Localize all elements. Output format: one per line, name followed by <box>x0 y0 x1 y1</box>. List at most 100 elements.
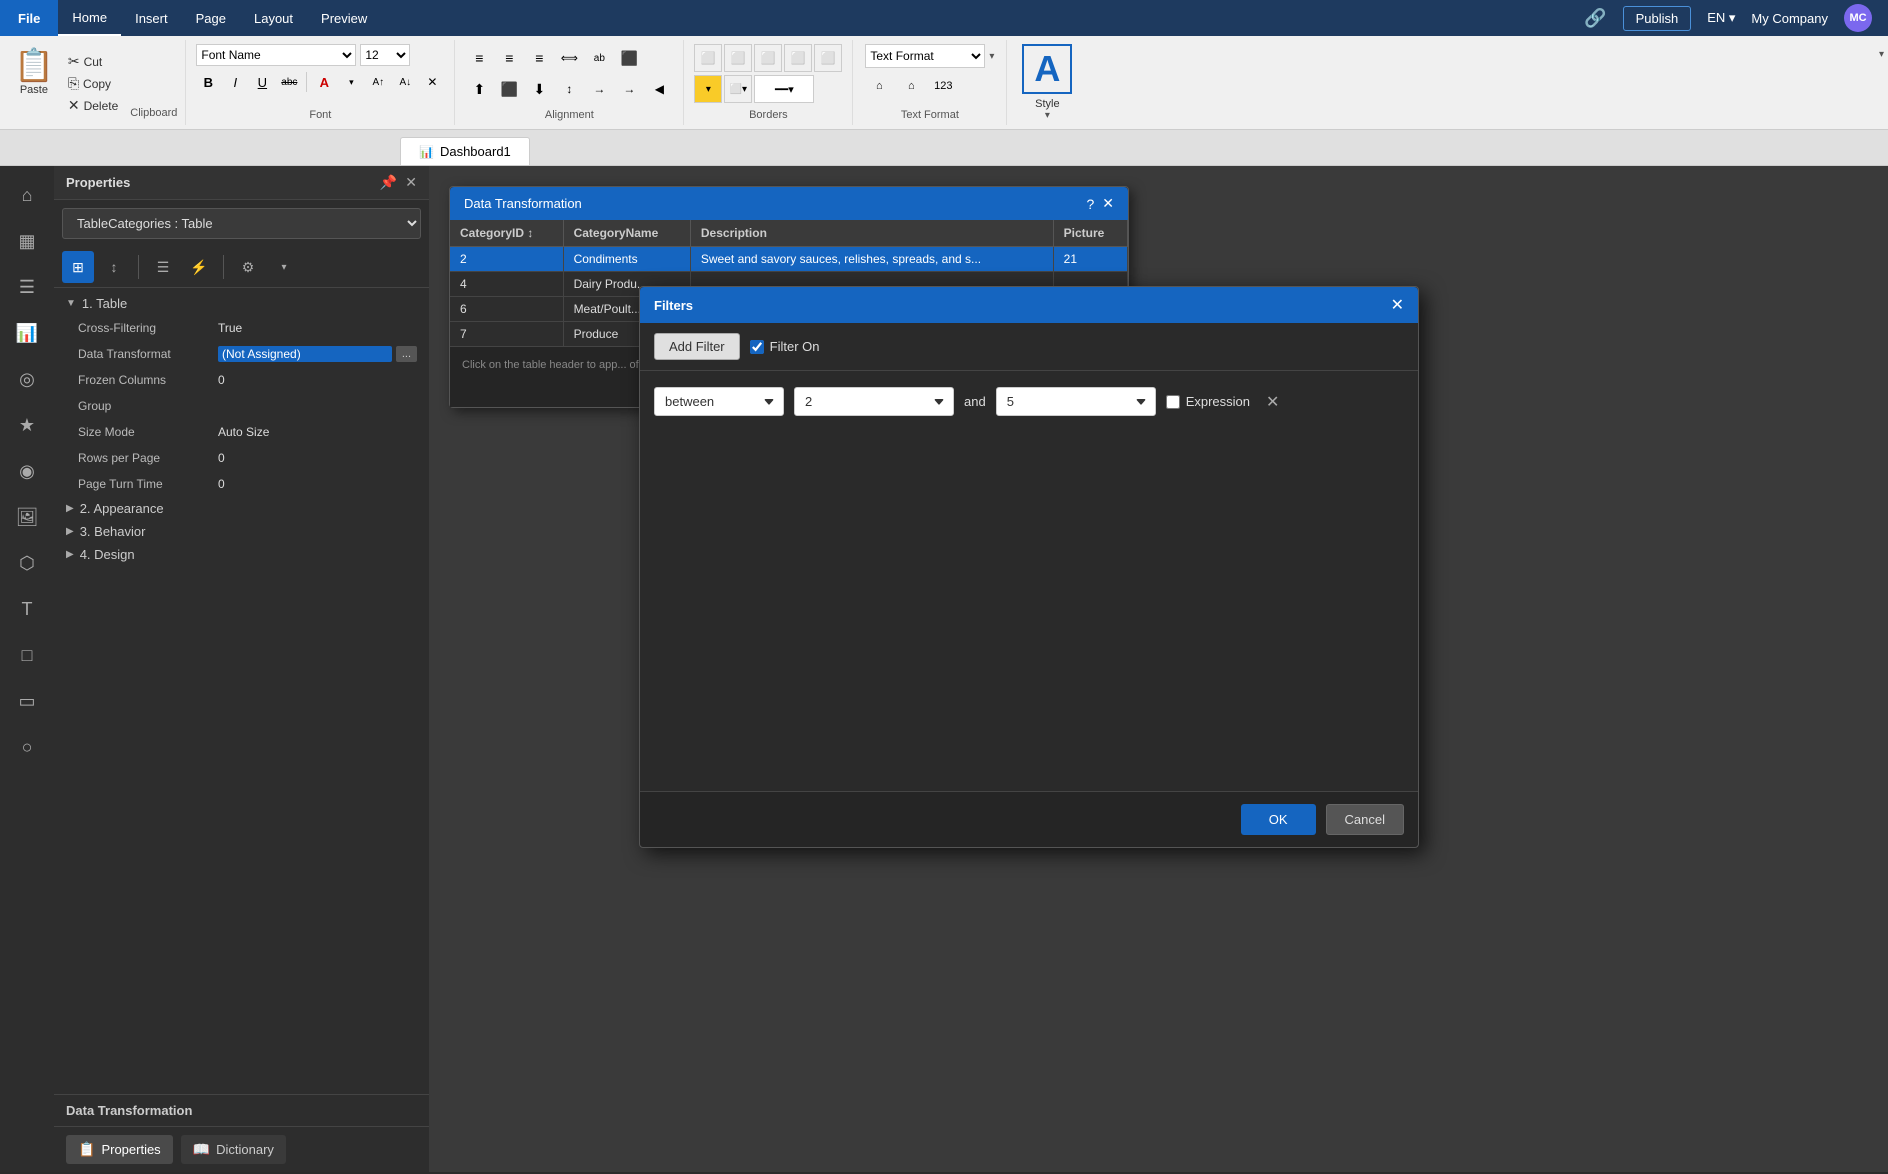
sidebar-okbutton-icon[interactable]: ▭ <box>6 680 48 722</box>
dictionary-bottom-tab[interactable]: 📖 Dictionary <box>181 1135 286 1164</box>
dt-col-categoryid[interactable]: CategoryID ↕ <box>450 220 563 247</box>
border-color-button[interactable]: ⬜▾ <box>724 75 752 103</box>
dt-col-description[interactable]: Description <box>690 220 1053 247</box>
share-button[interactable]: 🔗 <box>1584 8 1606 29</box>
font-color-arrow[interactable]: ▾ <box>339 70 363 94</box>
strikethrough-button[interactable]: abc <box>277 70 301 94</box>
text-format-arrow[interactable]: ▾ <box>989 51 994 62</box>
expression-checkbox[interactable] <box>1166 395 1180 409</box>
sidebar-image-icon[interactable]: 🖼 <box>6 496 48 538</box>
gear-tool-button[interactable]: ⚙ <box>232 251 264 283</box>
font-size-select[interactable]: 12 <box>360 44 410 66</box>
style-arrow[interactable]: ▾ <box>1045 110 1050 121</box>
sidebar-star-icon[interactable]: ★ <box>6 404 48 446</box>
top-align-button[interactable]: ⬆ <box>465 75 493 103</box>
dt-help-button[interactable]: ? <box>1086 195 1094 212</box>
border-all-button[interactable]: ⬜ <box>694 44 722 72</box>
expression-toggle[interactable]: Expression <box>1166 394 1250 409</box>
properties-bottom-tab[interactable]: 📋 Properties <box>66 1135 173 1164</box>
add-filter-button[interactable]: Add Filter <box>654 333 740 360</box>
lightning-tool-button[interactable]: ⚡ <box>183 251 215 283</box>
menu-layout[interactable]: Layout <box>240 0 307 36</box>
border-style-button[interactable]: ━━▾ <box>754 75 814 103</box>
italic-button[interactable]: I <box>223 70 247 94</box>
delete-button[interactable]: ✕ Delete <box>64 95 122 116</box>
text-format-select[interactable]: Text Format <box>865 44 985 68</box>
grow-font-button[interactable]: A↑ <box>366 70 390 94</box>
fill-color-button[interactable]: ▾ <box>694 75 722 103</box>
wrap-text-button[interactable]: ab <box>585 44 613 72</box>
paste-button[interactable]: 📋 Paste <box>8 44 60 123</box>
dt-close-button[interactable]: ✕ <box>1102 195 1114 212</box>
appearance-section-header[interactable]: ▶ 2. Appearance <box>54 497 429 520</box>
layout-tool-button[interactable]: ⊞ <box>62 251 94 283</box>
table-section-header[interactable]: ▼ 1. Table <box>54 292 429 315</box>
distribute-h-button[interactable]: ⟺ <box>555 44 583 72</box>
font-name-select[interactable]: Font Name <box>196 44 356 66</box>
sidebar-filter-icon[interactable]: ⬡ <box>6 542 48 584</box>
filters-close-button[interactable]: ✕ <box>1391 295 1404 315</box>
clear-format-button[interactable]: ✕ <box>420 70 444 94</box>
border-custom-button[interactable]: ⬜ <box>814 44 842 72</box>
gear-arrow-button[interactable]: ▾ <box>268 251 300 283</box>
border-none-button[interactable]: ⬜ <box>784 44 812 72</box>
menu-preview[interactable]: Preview <box>307 0 381 36</box>
sidebar-circle2-icon[interactable]: ○ <box>6 726 48 768</box>
sidebar-home-icon[interactable]: ⌂ <box>6 174 48 216</box>
design-section-header[interactable]: ▶ 4. Design <box>54 543 429 566</box>
dt-col-categoryname[interactable]: CategoryName <box>563 220 690 247</box>
filter-value1-select[interactable]: 213 <box>794 387 954 416</box>
sidebar-text-icon[interactable]: T <box>6 588 48 630</box>
menu-insert[interactable]: Insert <box>121 0 182 36</box>
filter-on-checkbox[interactable] <box>750 340 764 354</box>
sidebar-box-icon[interactable]: □ <box>6 634 48 676</box>
object-select[interactable]: TableCategories : Table <box>62 208 421 239</box>
indent2-button[interactable]: → <box>615 75 643 103</box>
data-tool-button[interactable]: ☰ <box>147 251 179 283</box>
cut-button[interactable]: ✂ Cut <box>64 51 122 72</box>
ribbon-expand[interactable]: ▾ <box>1875 40 1888 125</box>
border-inner-button[interactable]: ⬜ <box>754 44 782 72</box>
behavior-section-header[interactable]: ▶ 3. Behavior <box>54 520 429 543</box>
bold-button[interactable]: B <box>196 70 220 94</box>
tf-icon3[interactable]: 123 <box>929 72 957 100</box>
align-center-button[interactable]: ≡ <box>495 44 523 72</box>
font-color-button[interactable]: A <box>312 70 336 94</box>
filter-value2-select[interactable]: 5310 <box>996 387 1156 416</box>
filter-operator-select[interactable]: betweenequalsnot equals <box>654 387 784 416</box>
indent-button[interactable]: → <box>585 75 613 103</box>
close-properties-button[interactable]: ✕ <box>405 174 417 191</box>
merge-button[interactable]: ⬛ <box>615 44 643 72</box>
filter-on-toggle[interactable]: Filter On <box>750 339 820 354</box>
distribute-v-button[interactable]: ↕ <box>555 75 583 103</box>
align-left-button[interactable]: ≡ <box>465 44 493 72</box>
dt-col-picture[interactable]: Picture <box>1053 220 1127 247</box>
tf-icon1[interactable]: ⌂ <box>865 72 893 100</box>
mid-align-button[interactable]: ⬛ <box>495 75 523 103</box>
menu-home[interactable]: Home <box>58 0 121 36</box>
language-selector[interactable]: EN ▾ <box>1707 10 1735 26</box>
sidebar-list-icon[interactable]: ☰ <box>6 266 48 308</box>
menu-file[interactable]: File <box>0 0 58 36</box>
cancel-button[interactable]: Cancel <box>1326 804 1404 835</box>
sidebar-chart-icon[interactable]: 📊 <box>6 312 48 354</box>
tab-dashboard1[interactable]: 📊 Dashboard1 <box>400 137 530 165</box>
shrink-font-button[interactable]: A↓ <box>393 70 417 94</box>
rtl-button[interactable]: ◀ <box>645 75 673 103</box>
bottom-align-button[interactable]: ⬇ <box>525 75 553 103</box>
border-outer-button[interactable]: ⬜ <box>724 44 752 72</box>
ok-button[interactable]: OK <box>1241 804 1316 835</box>
filter-delete-button[interactable]: ✕ <box>1260 390 1285 414</box>
copy-button[interactable]: ⎘ Copy <box>64 73 122 94</box>
sidebar-grid-icon[interactable]: ▦ <box>6 220 48 262</box>
underline-button[interactable]: U <box>250 70 274 94</box>
data-transformation-row[interactable]: Data Transformat (Not Assigned) ... <box>54 341 429 367</box>
table-row[interactable]: 2 Condiments Sweet and savory sauces, re… <box>450 247 1128 272</box>
data-transformation-edit-button[interactable]: ... <box>396 346 417 362</box>
pin-button[interactable]: 📌 <box>380 174 397 191</box>
menu-page[interactable]: Page <box>182 0 240 36</box>
sidebar-circle-icon[interactable]: ◉ <box>6 450 48 492</box>
align-right-button[interactable]: ≡ <box>525 44 553 72</box>
sort-tool-button[interactable]: ↕ <box>98 251 130 283</box>
sidebar-globe-icon[interactable]: ◎ <box>6 358 48 400</box>
